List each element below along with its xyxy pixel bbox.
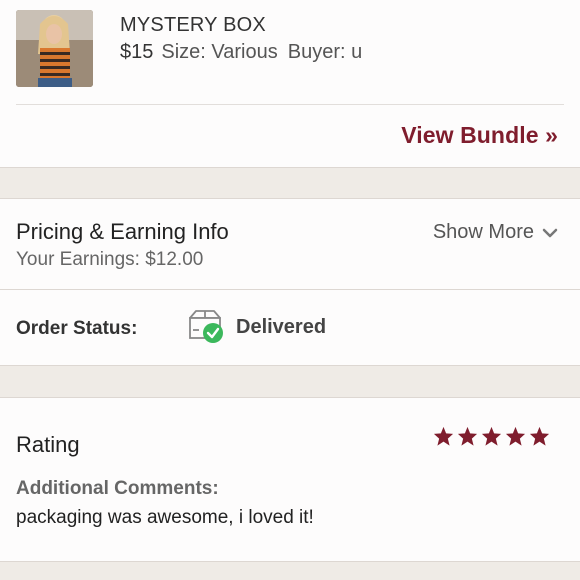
order-status-label: Order Status: bbox=[16, 318, 138, 339]
item-row[interactable]: MYSTERY BOX $15 Size: Various Buyer: u bbox=[16, 10, 564, 105]
pricing-title: Pricing & Earning Info bbox=[16, 219, 229, 244]
product-photo-icon bbox=[16, 10, 93, 87]
pricing-card: Pricing & Earning Info Your Earnings: $1… bbox=[0, 198, 580, 290]
comments-text: packaging was awesome, i loved it! bbox=[16, 507, 314, 528]
earnings-text: Your Earnings: $12.00 bbox=[16, 249, 204, 270]
item-meta: $15 Size: Various Buyer: u bbox=[120, 41, 362, 64]
star-rating bbox=[433, 426, 550, 446]
star-icon bbox=[505, 426, 526, 446]
delivered-box-icon bbox=[189, 310, 223, 343]
view-bundle-link[interactable]: View Bundle » bbox=[401, 122, 558, 149]
order-status-card: Order Status: Delivered bbox=[0, 290, 580, 366]
item-buyer[interactable]: Buyer: u bbox=[288, 41, 362, 63]
rating-title: Rating bbox=[16, 432, 80, 457]
comments-label: Additional Comments: bbox=[16, 478, 219, 499]
star-icon bbox=[433, 426, 454, 446]
item-card: MYSTERY BOX $15 Size: Various Buyer: u Vie… bbox=[0, 0, 580, 168]
item-size: Size: Various bbox=[161, 41, 278, 63]
item-price: $15 bbox=[120, 41, 154, 63]
product-thumbnail[interactable] bbox=[16, 10, 93, 87]
star-icon bbox=[529, 426, 550, 446]
order-status-value: Delivered bbox=[236, 316, 327, 338]
star-icon bbox=[481, 426, 502, 446]
rating-card: Rating Additional Comments: packaging wa… bbox=[0, 397, 580, 562]
show-more-label: Show More bbox=[432, 221, 534, 243]
chevron-down-icon bbox=[542, 228, 558, 237]
star-icon bbox=[457, 426, 478, 446]
show-more-button[interactable]: Show More bbox=[433, 221, 558, 244]
item-title: MYSTERY BOX bbox=[120, 14, 266, 36]
